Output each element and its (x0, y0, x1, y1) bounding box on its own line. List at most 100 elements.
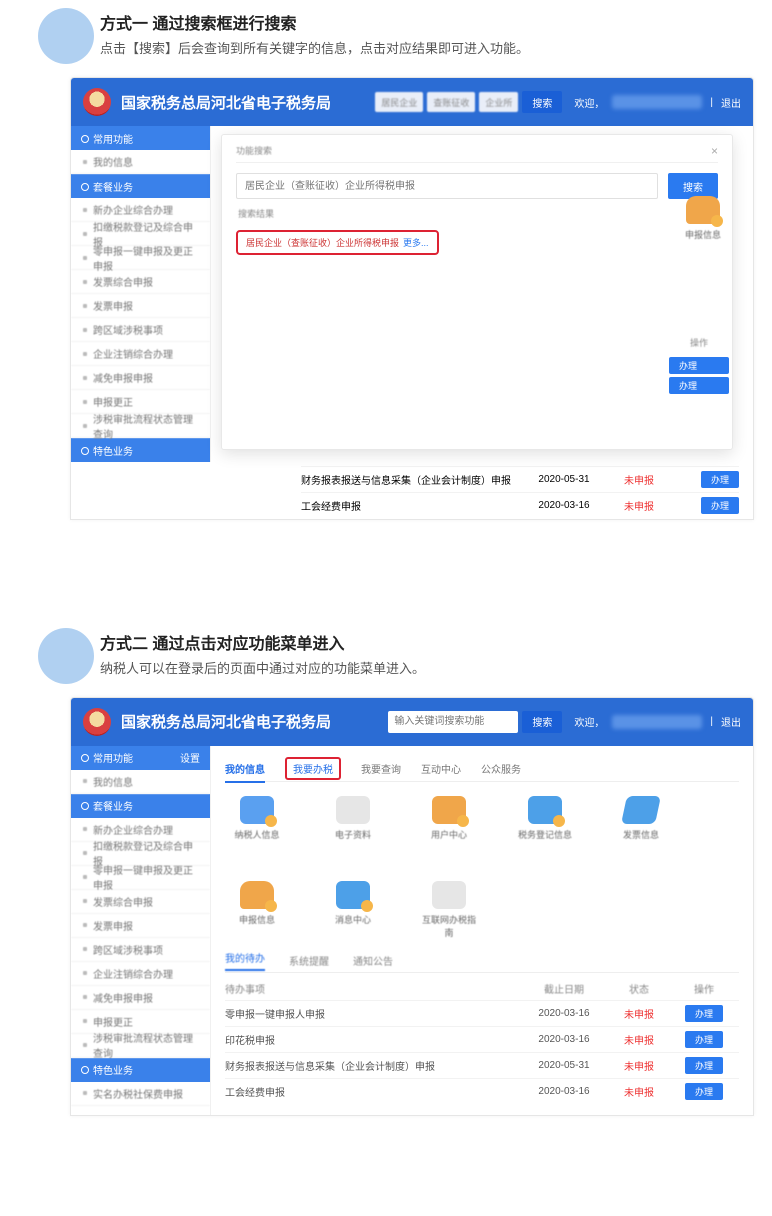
modal-result-label: 搜索结果 (238, 207, 718, 220)
sb-item-extra[interactable]: 实名办税社保费申报 (71, 1082, 210, 1106)
op-col-peek: 操作 办理 办理 (669, 336, 729, 397)
app-body: 常用功能 我的信息 套餐业务 新办企业综合办理 扣缴税款登记及综合申报 零申报一… (71, 126, 753, 462)
sb-item-8[interactable]: 申报更正 (71, 1010, 210, 1034)
tab-query[interactable]: 我要查询 (361, 761, 401, 776)
logout-link[interactable]: 退出 (721, 95, 741, 110)
tile-taxpayer[interactable]: 纳税人信息 (229, 796, 285, 841)
username-blur (612, 715, 702, 729)
tile-declare[interactable]: 申报信息 (229, 881, 285, 939)
row-name: 工会经费申报 (301, 493, 519, 519)
modal-title: 功能搜索 (236, 144, 272, 157)
sb-item-3[interactable]: 发票综合申报 (71, 270, 210, 294)
op-btn[interactable]: 办理 (669, 377, 729, 394)
th-op: 操作 (669, 977, 739, 1001)
sb-item-4[interactable]: 发票申报 (71, 294, 210, 318)
tile-edoc[interactable]: 电子资料 (325, 796, 381, 841)
top-tabs: 我的信息 我要办税 我要查询 互动中心 公众服务 (225, 756, 739, 782)
tax-logo-icon (83, 708, 111, 736)
welcome-label: 欢迎， (574, 714, 604, 729)
subtab-todo[interactable]: 我的待办 (225, 950, 265, 971)
header-search-group: 居民企业 查账征收 企业所 搜索 (375, 91, 562, 113)
todo-table: 待办事项 截止日期 状态 操作 零申报一键申报人申报 2020-03-16 未申… (225, 977, 739, 1105)
header-search-button[interactable]: 搜索 (522, 91, 562, 113)
tile-guide[interactable]: 互联网办税指南 (421, 881, 477, 939)
sb-item-4[interactable]: 发票申报 (71, 914, 210, 938)
hdr-pill-1: 居民企业 (375, 92, 423, 112)
app-title: 国家税务总局河北省电子税务局 (121, 711, 331, 732)
header-search-button[interactable]: 搜索 (522, 711, 562, 733)
hdr-pill-2: 查账征收 (427, 92, 475, 112)
sb-sec-special[interactable]: 特色业务 (71, 1058, 210, 1082)
tile-peek: 申报信息 (683, 196, 723, 241)
decor-circle (38, 8, 94, 64)
intro-title: 方式一 通过搜索框进行搜索 (100, 10, 672, 34)
tab-interact[interactable]: 互动中心 (421, 761, 461, 776)
screenshot-2: 国家税务总局河北省电子税务局 搜索 欢迎， | 退出 常用功能设置 我的信息 套… (70, 697, 754, 1116)
row-status: 未申报 (609, 493, 669, 519)
logout-link[interactable]: 退出 (721, 714, 741, 729)
row-op-button[interactable]: 办理 (701, 497, 739, 514)
tile-user-center[interactable]: 用户中心 (421, 796, 477, 841)
sb-sec-common[interactable]: 常用功能 (71, 126, 210, 150)
sb-sec-package[interactable]: 套餐业务 (71, 174, 210, 198)
th-status: 状态 (609, 977, 669, 1001)
tab-myinfo[interactable]: 我的信息 (225, 761, 265, 776)
tile-invoice[interactable]: 发票信息 (613, 796, 669, 841)
app-header-2: 国家税务总局河北省电子税务局 搜索 欢迎， | 退出 (71, 698, 753, 746)
op-button[interactable]: 办理 (685, 1057, 723, 1074)
op-button[interactable]: 办理 (685, 1083, 723, 1100)
row-due: 2020-03-16 (519, 493, 609, 519)
search-modal: 功能搜索 × 搜索 搜索结果 居民企业（查账征收）企业所得税申报更多... (221, 134, 733, 450)
op-button[interactable]: 办理 (685, 1031, 723, 1048)
tile-msg[interactable]: 消息中心 (325, 881, 381, 939)
row-status: 未申报 (609, 467, 669, 493)
th-name: 待办事项 (225, 977, 519, 1001)
sidebar: 常用功能 我的信息 套餐业务 新办企业综合办理 扣缴税款登记及综合申报 零申报一… (71, 126, 211, 462)
th-due: 截止日期 (519, 977, 609, 1001)
sb-item-5[interactable]: 跨区域涉税事项 (71, 938, 210, 962)
sb-item-9[interactable]: 涉税审批流程状态管理查询 (71, 1034, 210, 1058)
op-btn[interactable]: 办理 (669, 357, 729, 374)
section-method-2: 方式二 通过点击对应功能菜单进入 纳税人可以在登录后的页面中通过对应的功能菜单进… (0, 620, 772, 1116)
tab-public[interactable]: 公众服务 (481, 761, 521, 776)
intro-subtitle: 点击【搜索】后会查询到所有关键字的信息，点击对应结果即可进入功能。 (100, 38, 672, 57)
sb-item-2[interactable]: 零申报一键申报及更正申报 (71, 866, 210, 890)
sb-item-myinfo[interactable]: 我的信息 (71, 150, 210, 174)
sb-item-myinfo[interactable]: 我的信息 (71, 770, 210, 794)
app-title: 国家税务总局河北省电子税务局 (121, 92, 331, 113)
header-user: 欢迎， | 退出 (574, 95, 741, 110)
sb-item-3[interactable]: 发票综合申报 (71, 890, 210, 914)
table-row: 工会经费申报 2020-03-16 未申报 办理 (225, 1079, 739, 1105)
sb-item-6[interactable]: 企业注销综合办理 (71, 342, 210, 366)
sb-sec-package[interactable]: 套餐业务 (71, 794, 210, 818)
sb-sec-common[interactable]: 常用功能设置 (71, 746, 210, 770)
app-header: 国家税务总局河北省电子税务局 居民企业 查账征收 企业所 搜索 欢迎， | 退出 (71, 78, 753, 126)
modal-result-hit[interactable]: 居民企业（查账征收）企业所得税申报更多... (236, 230, 439, 255)
sb-item-2[interactable]: 零申报一键申报及更正申报 (71, 246, 210, 270)
main-panel: 我的信息 我要办税 我要查询 互动中心 公众服务 纳税人信息 电子资料 用户中心… (211, 746, 753, 1115)
modal-search-input[interactable] (236, 173, 658, 199)
op-button[interactable]: 办理 (685, 1005, 723, 1022)
username-blur (612, 95, 702, 109)
sb-sec-special[interactable]: 特色业务 (71, 438, 210, 462)
sb-item-7[interactable]: 减免申报申报 (71, 366, 210, 390)
sb-item-9[interactable]: 涉税审批流程状态管理查询 (71, 414, 210, 438)
intro-subtitle-2: 纳税人可以在登录后的页面中通过对应的功能菜单进入。 (100, 658, 672, 677)
hdr-pill-3: 企业所 (479, 92, 518, 112)
tile-grid: 纳税人信息 电子资料 用户中心 税务登记信息 发票信息 申报信息 消息中心 互联… (225, 782, 739, 945)
tab-do-tax-highlighted[interactable]: 我要办税 (285, 757, 341, 780)
section-method-1: 方式一 通过搜索框进行搜索 点击【搜索】后会查询到所有关键字的信息，点击对应结果… (0, 0, 772, 520)
sb-item-5[interactable]: 跨区域涉税事项 (71, 318, 210, 342)
sb-item-6[interactable]: 企业注销综合办理 (71, 962, 210, 986)
tile-reg-info[interactable]: 税务登记信息 (517, 796, 573, 841)
sb-item-7[interactable]: 减免申报申报 (71, 986, 210, 1010)
table-row: 财务报表报送与信息采集（企业会计制度）申报 2020-05-31 未申报 办理 (225, 1053, 739, 1079)
close-icon[interactable]: × (711, 144, 718, 158)
row-op-button[interactable]: 办理 (701, 471, 739, 488)
screenshot-1: 国家税务总局河北省电子税务局 居民企业 查账征收 企业所 搜索 欢迎， | 退出… (70, 77, 754, 520)
table-row: 印花税申报 2020-03-16 未申报 办理 (225, 1027, 739, 1053)
tax-logo-icon (83, 88, 111, 116)
header-search-input[interactable] (388, 711, 518, 733)
table-row: 零申报一键申报人申报 2020-03-16 未申报 办理 (225, 1001, 739, 1027)
row-name: 财务报表报送与信息采集（企业会计制度）申报 (301, 467, 519, 493)
